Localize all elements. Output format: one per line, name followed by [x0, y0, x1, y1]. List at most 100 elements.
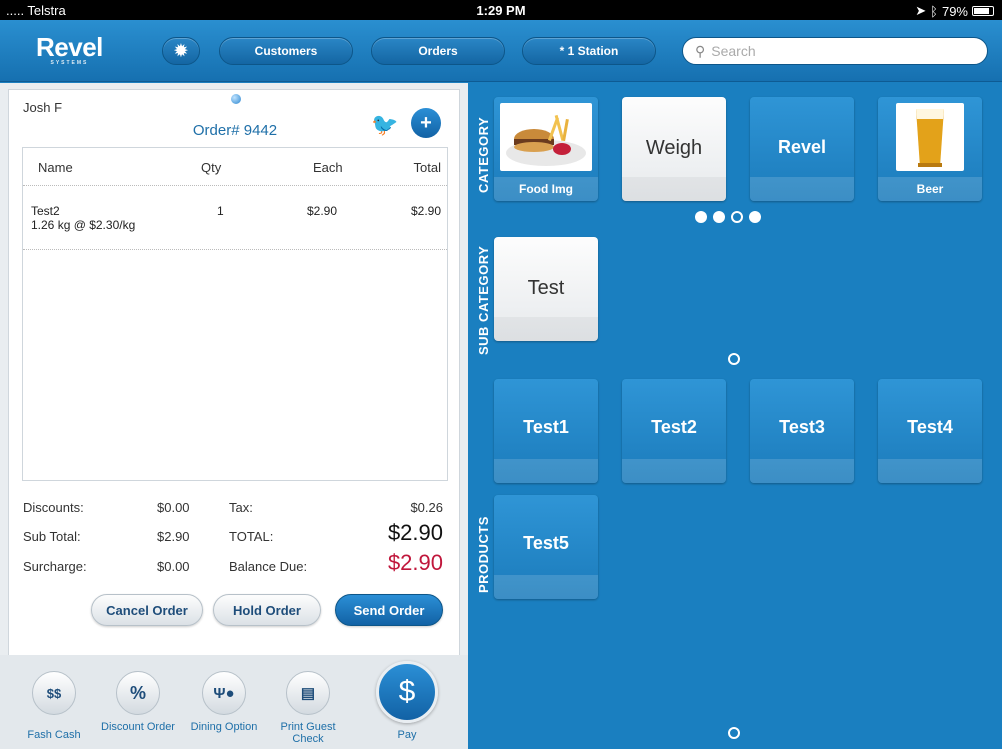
dining-label: Dining Option: [190, 721, 258, 733]
search-input[interactable]: [711, 43, 972, 59]
discounts-value: $0.00: [157, 500, 190, 515]
customers-button[interactable]: Customers: [219, 37, 353, 65]
status-dot-icon: [231, 94, 241, 104]
printer-icon: ▤: [286, 671, 330, 715]
print-label: Print Guest Check: [280, 721, 336, 745]
product-label: Test4: [907, 417, 953, 437]
subcategory-page-dot[interactable]: [728, 353, 740, 365]
catalog-panel: CATEGORY SUB CATEGORY PRODUCTS Food Img …: [468, 83, 1002, 749]
category-tile[interactable]: Revel: [750, 97, 854, 201]
order-panel: Josh F Order# 9442 🐦 + Name Qty Each Tot…: [0, 83, 468, 749]
percent-icon: %: [116, 671, 160, 715]
subcategory-label: Test: [527, 277, 565, 299]
category-label: Weigh: [645, 137, 703, 159]
tax-value: $0.26: [410, 500, 443, 515]
category-label: Food Img: [494, 177, 598, 201]
item-qty: 1: [217, 204, 224, 218]
subcategory-tile[interactable]: Test: [494, 237, 598, 341]
product-tile[interactable]: Test2: [622, 379, 726, 483]
page-dot[interactable]: [749, 211, 761, 223]
page-dot[interactable]: [713, 211, 725, 223]
balance-value: $2.90: [387, 550, 443, 575]
beer-image: [896, 103, 964, 171]
product-tile[interactable]: Test1: [494, 379, 598, 483]
cash-icon: $$: [32, 671, 76, 715]
surcharge-value: $0.00: [157, 559, 190, 574]
product-label: Test5: [523, 533, 569, 553]
product-label: Test1: [523, 417, 569, 437]
page-dot[interactable]: [731, 211, 743, 223]
battery-icon: [972, 6, 994, 16]
pay-label: Pay: [397, 729, 417, 741]
subcategory-section-label: SUB CATEGORY: [476, 245, 491, 355]
category-label: Beer: [878, 177, 982, 201]
product-tile[interactable]: Test4: [878, 379, 982, 483]
subtotal-label: Sub Total:: [23, 529, 81, 544]
print-guest-check-button[interactable]: ▤ Print Guest Check: [268, 661, 348, 745]
col-name: Name: [38, 160, 73, 175]
fash-cash-button[interactable]: $$ Fash Cash: [14, 661, 94, 741]
hold-order-button[interactable]: Hold Order: [213, 594, 321, 626]
table-header: Name Qty Each Total: [23, 148, 447, 186]
category-section-label: CATEGORY: [476, 116, 491, 193]
col-qty: Qty: [201, 160, 222, 175]
location-icon: ➤: [915, 3, 927, 18]
send-order-button[interactable]: Send Order: [335, 594, 443, 626]
discount-order-button[interactable]: % Discount Order: [98, 661, 178, 733]
product-tile[interactable]: Test3: [750, 379, 854, 483]
clock: 1:29 PM: [476, 3, 526, 18]
battery-percent: 79%: [941, 3, 968, 19]
order-totals: Discounts: $0.00 Sub Total: $2.90 Surcha…: [23, 492, 449, 592]
category-tile[interactable]: Food Img: [494, 97, 598, 201]
food-image: [500, 103, 592, 171]
twitter-icon[interactable]: 🐦: [371, 112, 398, 138]
cancel-order-button[interactable]: Cancel Order: [91, 594, 203, 626]
status-bar: ..... Telstra 1:29 PM ➤ ᛒ 79%: [0, 0, 1002, 20]
settings-button[interactable]: ✹: [162, 37, 200, 65]
item-detail: 1.26 kg @ $2.30/kg: [31, 218, 136, 232]
bottom-toolbar: $$ Fash Cash % Discount Order Ψ● Dining …: [0, 655, 468, 749]
app-header: Revel SYSTEMS ✹ Customers Orders * 1 Sta…: [0, 20, 1002, 82]
dining-option-button[interactable]: Ψ● Dining Option: [184, 661, 264, 733]
col-total: Total: [413, 160, 441, 175]
discount-label: Discount Order: [101, 721, 175, 733]
fash-cash-label: Fash Cash: [27, 729, 81, 741]
order-receipt: Josh F Order# 9442 🐦 + Name Qty Each Tot…: [8, 89, 460, 719]
total-value: $2.90: [387, 520, 443, 545]
order-items-table: Name Qty Each Total Test2 1.26 kg @ $2.3…: [22, 147, 448, 481]
product-label: Test3: [779, 417, 825, 437]
page-dot[interactable]: [695, 211, 707, 223]
dining-icon: Ψ●: [202, 671, 246, 715]
category-tile[interactable]: Weigh: [622, 97, 726, 201]
revel-logo: Revel SYSTEMS: [36, 32, 103, 66]
products-page-dot[interactable]: [728, 727, 740, 739]
item-each: $2.90: [307, 204, 338, 218]
category-pager[interactable]: [695, 211, 761, 223]
total-label: TOTAL:: [229, 529, 274, 544]
pay-button[interactable]: $ Pay: [366, 661, 448, 741]
station-button[interactable]: * 1 Station: [522, 37, 656, 65]
item-total: $2.90: [410, 204, 441, 218]
col-each: Each: [313, 160, 343, 175]
orders-button[interactable]: Orders: [371, 37, 505, 65]
category-label: Revel: [777, 137, 827, 157]
products-section-label: PRODUCTS: [476, 516, 491, 593]
tax-label: Tax:: [229, 500, 253, 515]
balance-label: Balance Due:: [229, 559, 308, 574]
search-icon: ⚲: [695, 42, 706, 59]
gear-icon: ✹: [174, 43, 188, 60]
category-tile[interactable]: Beer: [878, 97, 982, 201]
dollar-icon: $: [376, 661, 438, 723]
item-name: Test2: [31, 204, 60, 218]
search-box[interactable]: ⚲: [682, 37, 988, 65]
discounts-label: Discounts:: [23, 500, 84, 515]
table-row[interactable]: Test2 1.26 kg @ $2.30/kg 1 $2.90 $2.90: [23, 196, 447, 250]
surcharge-label: Surcharge:: [23, 559, 87, 574]
battery-indicator: ➤ ᛒ 79%: [915, 3, 994, 19]
product-tile[interactable]: Test5: [494, 495, 598, 599]
subtotal-value: $2.90: [157, 529, 190, 544]
bluetooth-icon: ᛒ: [930, 3, 938, 19]
product-label: Test2: [651, 417, 697, 437]
add-customer-button[interactable]: +: [411, 108, 441, 138]
customer-name[interactable]: Josh F: [23, 100, 62, 115]
